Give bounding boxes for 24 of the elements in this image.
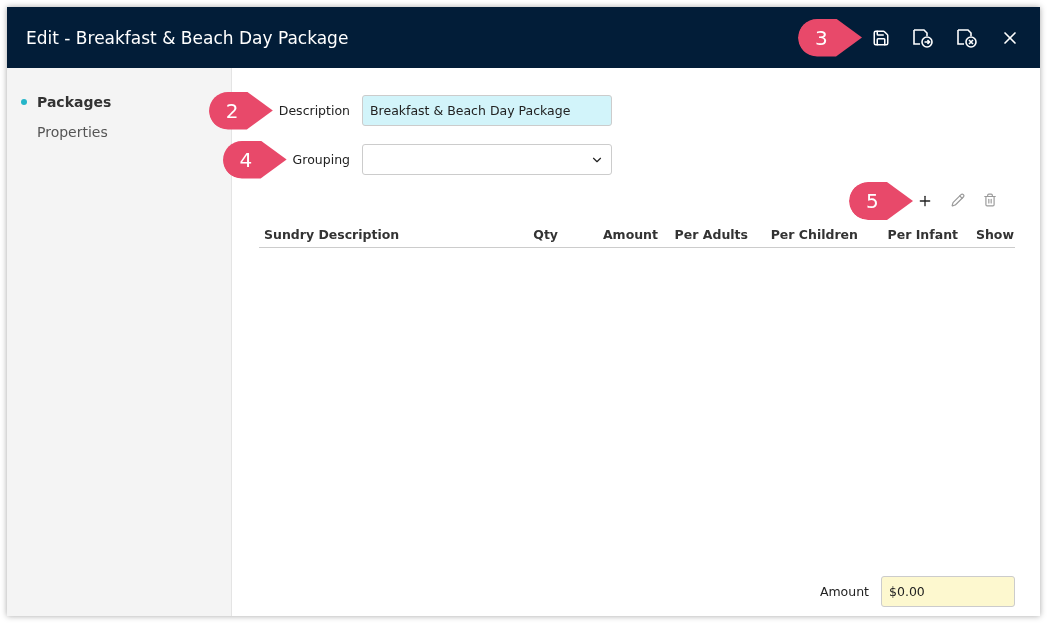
input-field[interactable]: Breakfast & Beach Day Package: [362, 95, 612, 126]
sidebar-item[interactable]: Properties: [21, 124, 108, 140]
column-header: Per Children: [769, 227, 858, 242]
amount-field[interactable]: $0.00: [881, 576, 1015, 607]
pencil-icon: [951, 193, 965, 207]
dropdown-field[interactable]: [362, 144, 612, 175]
column-header: Amount: [601, 227, 658, 242]
trash-icon: [983, 193, 997, 207]
column-header: Sundry Description: [264, 227, 401, 242]
column-header: Show: [974, 227, 1014, 242]
column-header: Per Adults: [673, 227, 748, 242]
amount-label: Amount: [818, 584, 869, 599]
column-header: Qty: [532, 227, 558, 242]
column-header: Per Infant: [886, 227, 958, 242]
callout-marker: 4: [222, 140, 287, 179]
window-title: Edit - Breakfast & Beach Day Package: [26, 27, 349, 48]
plus-icon: [917, 193, 933, 209]
sidebar-item[interactable]: Packages: [21, 94, 112, 110]
save-x-icon: [956, 27, 978, 48]
callout-marker: 3: [798, 18, 862, 57]
callout-marker: 5: [849, 182, 913, 220]
save-arrow-icon: [912, 27, 934, 48]
save-icon: [872, 28, 890, 47]
callout-marker: 2: [208, 91, 273, 130]
